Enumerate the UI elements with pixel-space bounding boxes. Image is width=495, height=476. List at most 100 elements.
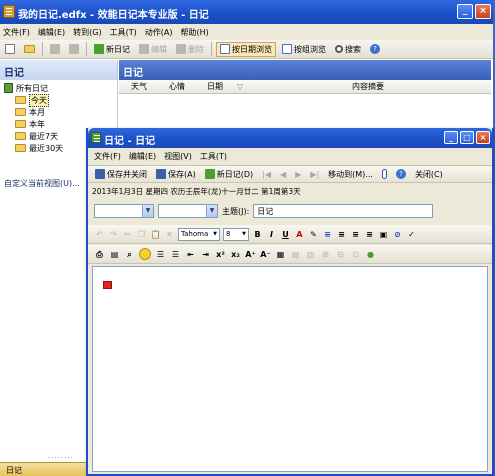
save-icon <box>156 169 166 179</box>
preview-icon[interactable]: ▤ <box>109 249 120 260</box>
spellcheck-icon[interactable]: ✓ <box>406 229 417 240</box>
open-folder-icon-button[interactable] <box>21 44 38 54</box>
numbered-list-icon[interactable]: ☰ <box>170 249 181 260</box>
attachment-icon[interactable]: ⊘ <box>392 229 403 240</box>
column-summary[interactable]: 内容摘要 <box>245 81 491 92</box>
insert-image-icon[interactable]: ▣ <box>378 229 389 240</box>
clear-icon[interactable]: ✕ <box>164 229 175 240</box>
browse-by-date-button[interactable]: 按日期浏览 <box>216 41 276 57</box>
tree-item-this-month[interactable]: 本月 <box>4 106 117 118</box>
emoticon-icon[interactable] <box>139 248 151 260</box>
editor-menu-view[interactable]: 视图(V) <box>164 151 192 162</box>
column-mood[interactable]: 心情 <box>157 81 195 92</box>
print-icon[interactable]: ⎙ <box>94 249 105 260</box>
last-record-button[interactable]: ▶| <box>307 169 322 180</box>
table-row-icon[interactable]: ▤ <box>290 249 301 260</box>
editor-new-diary-button[interactable]: 新日记(D) <box>202 168 256 181</box>
editor-maximize-button[interactable]: □ <box>460 131 474 144</box>
column-weather[interactable]: 天气 <box>119 81 157 92</box>
close-editor-button[interactable]: 关闭(C) <box>412 168 446 181</box>
editor-help-button[interactable]: ? <box>393 168 409 180</box>
bullet-list-icon[interactable]: ☰ <box>155 249 166 260</box>
grow-font-icon[interactable]: A⁺ <box>245 249 256 260</box>
superscript-icon[interactable]: x² <box>215 249 226 260</box>
insert-link-icon[interactable]: ● <box>365 249 376 260</box>
table-col-icon[interactable]: ▥ <box>305 249 316 260</box>
first-record-button[interactable]: |◀ <box>259 169 274 180</box>
align-center-icon[interactable]: ≡ <box>336 229 347 240</box>
redo-icon[interactable]: ↷ <box>108 229 119 240</box>
menu-file[interactable]: 文件(F) <box>3 27 30 38</box>
search-button[interactable]: 搜索 <box>332 43 364 56</box>
print-icon-button[interactable] <box>47 43 63 55</box>
save-label: 保存(A) <box>168 169 196 179</box>
table-props-icon[interactable]: ⊡ <box>350 249 361 260</box>
outdent-icon[interactable]: ⇤ <box>185 249 196 260</box>
indent-icon[interactable]: ⇥ <box>200 249 211 260</box>
delete-label: 删除 <box>188 44 204 54</box>
help-button[interactable]: ? <box>367 43 383 55</box>
attach-button[interactable] <box>379 168 390 180</box>
editor-menu-tools[interactable]: 工具(T) <box>200 151 227 162</box>
paperclip-icon <box>381 169 387 179</box>
font-color-icon[interactable]: A <box>294 229 305 240</box>
next-record-button[interactable]: ▶ <box>292 169 304 180</box>
folder-icon <box>15 108 26 116</box>
new-diary-button[interactable]: 新日记 <box>91 43 133 56</box>
prev-record-button[interactable]: ◀ <box>277 169 289 180</box>
tree-item-all-diaries[interactable]: 所有日记 <box>4 82 117 94</box>
menu-help[interactable]: 帮助(H) <box>180 27 208 38</box>
copy-icon[interactable]: ❐ <box>136 229 147 240</box>
close-button[interactable]: × <box>475 4 491 19</box>
mood-combo[interactable]: ▼ <box>158 204 218 218</box>
editor-menu-file[interactable]: 文件(F) <box>94 151 121 162</box>
subscript-icon[interactable]: x₂ <box>230 249 241 260</box>
merge-cells-icon[interactable]: ⊞ <box>320 249 331 260</box>
menu-action[interactable]: 动作(A) <box>145 27 173 38</box>
find-icon[interactable]: ⌕ <box>124 249 135 260</box>
customize-view-link[interactable]: 自定义当前视图(U)... <box>4 178 80 189</box>
subject-input[interactable]: 日记 <box>253 204 434 218</box>
pane-splitter-grip[interactable]: ........ <box>48 452 74 460</box>
undo-icon[interactable]: ↶ <box>94 229 105 240</box>
sort-arrow-icon[interactable]: ▽ <box>225 82 245 91</box>
weather-combo[interactable]: ▼ <box>94 204 154 218</box>
editor-menu-edit[interactable]: 编辑(E) <box>129 151 156 162</box>
font-size-select[interactable]: 8 ▼ <box>223 227 249 241</box>
font-name-select[interactable]: Tahoma ▼ <box>178 227 220 241</box>
cut-icon-button[interactable] <box>66 43 82 55</box>
diary-content-editor[interactable] <box>92 266 488 472</box>
minimize-button[interactable]: _ <box>457 4 473 19</box>
delete-button[interactable]: 删除 <box>173 43 207 56</box>
shrink-font-icon[interactable]: A⁻ <box>260 249 271 260</box>
paste-icon[interactable]: 📋 <box>150 229 161 240</box>
align-left-icon[interactable]: ≡ <box>322 229 333 240</box>
column-date[interactable]: 日期 <box>195 81 225 92</box>
editor-titlebar[interactable]: 日记 - 日记 _ □ × <box>88 128 492 148</box>
format-toolbar-1: ↶ ↷ ✂ ❐ 📋 ✕ Tahoma ▼ 8 ▼ B I U A ✎ ≡ ≡ ≡ ≡… <box>88 225 492 244</box>
browse-by-group-button[interactable]: 按组浏览 <box>279 43 329 56</box>
menu-goto[interactable]: 转到(G) <box>73 27 101 38</box>
edit-button[interactable]: 编辑 <box>136 43 170 56</box>
save-button[interactable]: 保存(A) <box>153 168 199 181</box>
highlight-icon[interactable]: ✎ <box>308 229 319 240</box>
tree-item-today[interactable]: 今天 <box>4 93 117 107</box>
editor-minimize-button[interactable]: _ <box>444 131 458 144</box>
split-cells-icon[interactable]: ⊟ <box>335 249 346 260</box>
underline-icon[interactable]: U <box>280 229 291 240</box>
menu-edit[interactable]: 编辑(E) <box>38 27 65 38</box>
justify-icon[interactable]: ≡ <box>364 229 375 240</box>
insert-table-icon[interactable]: ▦ <box>275 249 286 260</box>
align-right-icon[interactable]: ≡ <box>350 229 361 240</box>
cut-icon[interactable]: ✂ <box>122 229 133 240</box>
move-to-button[interactable]: 移动到(M)... <box>325 168 376 181</box>
menu-tools[interactable]: 工具(T) <box>110 27 137 38</box>
diary-book-icon <box>4 83 13 93</box>
main-titlebar[interactable]: 我的日记.edfx - 效能日记本专业版 - 日记 _ × <box>0 0 493 24</box>
save-and-close-button[interactable]: 保存并关闭 <box>92 168 150 181</box>
bold-icon[interactable]: B <box>252 229 263 240</box>
new-document-icon <box>5 44 15 54</box>
italic-icon[interactable]: I <box>266 229 277 240</box>
editor-close-button[interactable]: × <box>476 131 490 144</box>
new-doc-icon-button[interactable] <box>2 43 18 55</box>
